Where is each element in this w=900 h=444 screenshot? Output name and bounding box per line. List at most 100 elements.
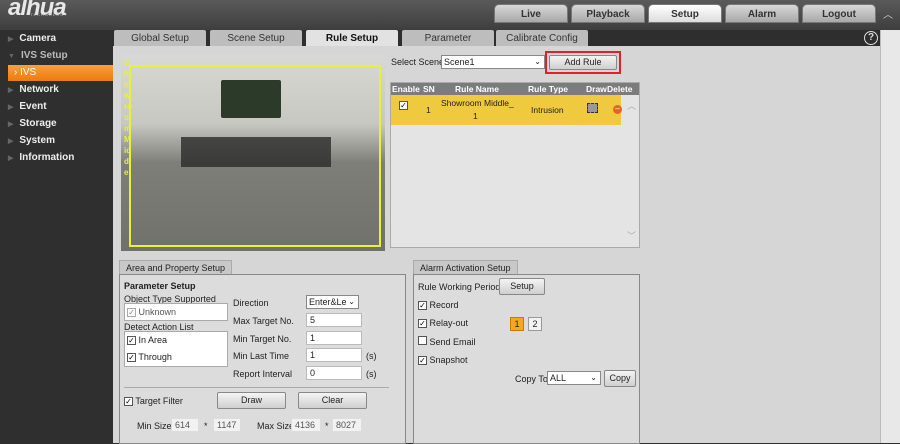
rule-name: Showroom Middle_ [441,98,514,108]
chevron-down-icon: ⌄ [348,297,355,306]
col-delete: Delete [607,84,633,94]
object-type-unknown[interactable]: ✓ Unknown [127,307,176,317]
target-filter-checkbox[interactable]: ✓ [124,397,133,406]
unit-seconds: (s) [366,351,377,361]
area-property-tab[interactable]: Area and Property Setup [119,260,233,274]
report-interval-input[interactable]: 0 [306,366,362,380]
snapshot-option[interactable]: ✓ Snapshot [418,355,468,365]
chevron-down-icon: ⌄ [590,373,597,382]
sidebar-item-camera[interactable]: ▶ Camera [8,31,113,47]
scene-select[interactable]: Scene1 ⌄ [441,55,545,69]
rule-working-period-label: Rule Working Period [418,282,501,292]
tab-rule-setup[interactable]: Rule Setup [306,30,398,47]
min-target-input[interactable]: 1 [306,331,362,345]
sidebar-item-ivs-setup[interactable]: ▼ IVS Setup [8,48,113,64]
label: Send Email [429,337,476,347]
in-area-checkbox[interactable]: ✓ [127,336,136,345]
min-width-input[interactable]: 614 [171,418,199,432]
copy-button[interactable]: Copy [604,370,636,387]
enable-checkbox[interactable]: ✓ [399,101,408,110]
direction-value: Enter&Le [309,297,347,307]
sidebar-item-storage[interactable]: ▶ Storage [8,116,113,132]
scene-value: Scene1 [444,57,475,67]
page-scrollbar[interactable] [880,30,900,443]
nav-playback[interactable]: Playback [571,4,645,23]
min-height-input[interactable]: 1147 [213,418,241,432]
min-last-time-input[interactable]: 1 [306,348,362,362]
send-email-checkbox[interactable] [418,336,427,345]
relay-2-button[interactable]: 2 [528,317,542,331]
sidebar-item-information[interactable]: ▶ Information [8,150,113,166]
delete-icon[interactable]: – [613,105,622,114]
max-height-input[interactable]: 8027 [332,418,362,432]
label: Event [19,101,47,112]
triangle-right-icon: ▶ [8,87,14,94]
record-checkbox[interactable]: ✓ [418,301,427,310]
scroll-up-icon[interactable]: ︿ [883,6,893,21]
rules-table: Enable SN Rule Name Rule Type Draw Delet… [390,82,640,248]
max-size-label: Max Size [257,421,295,431]
sidebar-item-ivs[interactable]: › IVS [8,65,113,81]
record-option[interactable]: ✓ Record [418,300,459,310]
relay-1-button[interactable]: 1 [510,317,524,331]
copy-to-select[interactable]: ALL ⌄ [547,371,601,385]
setup-button[interactable]: Setup [499,278,545,295]
draw-button[interactable]: Draw [217,392,286,409]
add-rule-button[interactable]: Add Rule [549,55,617,70]
through-checkbox[interactable]: ✓ [127,353,136,362]
tab-parameter[interactable]: Parameter [402,30,494,47]
tab-scene-setup[interactable]: Scene Setup [210,30,302,47]
table-scroll-up-icon[interactable]: ︿ [627,99,636,112]
triangle-right-icon: ▶ [8,138,14,145]
rule-overlay-label: Showroom Middle [124,58,132,177]
table-scroll-down-icon[interactable]: ﹀ [627,229,636,242]
sidebar-item-event[interactable]: ▶ Event [8,99,113,115]
copy-to-label: Copy To [515,374,548,384]
max-target-label: Max Target No. [233,316,294,326]
help-icon[interactable]: ? [864,31,878,45]
clear-button[interactable]: Clear [298,392,367,409]
relay-out-option[interactable]: ✓ Relay-out [418,318,468,328]
table-row[interactable]: ✓ 1 Showroom Middle_ 1 Intrusion – [391,95,622,125]
label: Snapshot [429,355,468,365]
max-width-input[interactable]: 4136 [291,418,321,432]
label: Information [19,152,75,163]
rule-region[interactable] [129,65,381,247]
sidebar-item-network[interactable]: ▶ Network [8,82,113,98]
alarm-activation-tab[interactable]: Alarm Activation Setup [413,260,518,274]
send-email-option[interactable]: Send Email [418,336,476,347]
unit-seconds: (s) [366,369,377,379]
rule-sn: 1 [426,105,431,115]
rule-name-line2: 1 [473,111,478,121]
action-in-area[interactable]: ✓ In Area [127,335,167,345]
unknown-checkbox[interactable]: ✓ [127,308,136,317]
col-rule-type: Rule Type [528,84,568,94]
target-filter[interactable]: ✓ Target Filter [124,396,183,406]
rule-type: Intrusion [531,105,564,115]
tab-calibrate-config[interactable]: Calibrate Config [496,30,588,47]
nav-logout[interactable]: Logout [802,4,876,23]
triangle-right-icon: ▶ [8,36,14,43]
video-preview[interactable]: Showroom Middle [121,55,385,251]
col-draw: Draw [586,84,607,94]
nav-alarm[interactable]: Alarm [725,4,799,23]
direction-select[interactable]: Enter&Le ⌄ [306,295,359,309]
nav-live[interactable]: Live [494,4,568,23]
sidebar-item-system[interactable]: ▶ System [8,133,113,149]
max-target-input[interactable]: 5 [306,313,362,327]
min-last-time-label: Min Last Time [233,351,290,361]
triangle-right-icon: ▶ [8,121,14,128]
label: Record [429,300,459,310]
draw-icon[interactable] [587,103,598,113]
nav-setup[interactable]: Setup [648,4,722,23]
triangle-right-icon: ▶ [8,104,14,111]
relay-out-checkbox[interactable]: ✓ [418,319,427,328]
snapshot-checkbox[interactable]: ✓ [418,356,427,365]
label: Unknown [138,307,177,317]
label: Network [19,84,59,95]
col-sn: SN [423,84,435,94]
action-through[interactable]: ✓ Through [127,352,172,362]
tab-global-setup[interactable]: Global Setup [114,30,206,47]
divider [124,387,389,388]
min-target-label: Min Target No. [233,334,292,344]
